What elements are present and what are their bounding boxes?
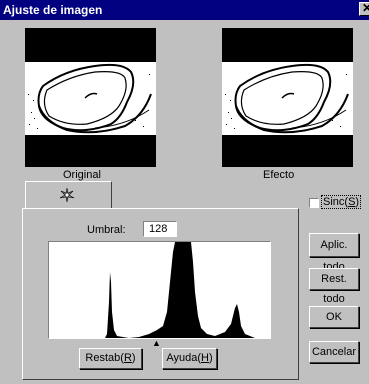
help-button[interactable]: Ayuda(H) (162, 348, 217, 369)
histogram (48, 241, 271, 339)
restore-label-pre: Restab( (85, 352, 124, 364)
restore-label-key: R (123, 352, 132, 364)
help-label-key: H (201, 352, 209, 364)
help-label-post: ) (208, 352, 213, 364)
sync-label-pre: Sinc( (323, 196, 349, 208)
original-label: Original (63, 169, 101, 181)
ok-button[interactable]: OK (309, 306, 359, 328)
apply-all-button[interactable]: Aplic. todo (309, 233, 359, 273)
histogram-graph (49, 242, 270, 338)
help-label-pre: Ayuda( (166, 352, 202, 364)
effect-label: Efecto (263, 169, 295, 181)
close-button[interactable]: ✕ (359, 2, 369, 16)
adjust-sparkle-icon (59, 187, 75, 203)
sync-label[interactable]: Sinc(S) (321, 195, 362, 209)
close-icon: ✕ (362, 1, 369, 15)
restore-label-post: ) (131, 352, 136, 364)
effect-preview (222, 28, 353, 167)
reset-all-button[interactable]: Rest. todo (309, 268, 359, 305)
title-bar: Ajuste de imagen ✕ (0, 0, 369, 20)
effect-preview-image (222, 28, 353, 167)
cancel-button[interactable]: Cancelar (309, 341, 359, 363)
original-preview (25, 28, 156, 167)
sync-label-post: ) (355, 196, 360, 208)
original-preview-image (25, 28, 156, 167)
window-title: Ajuste de imagen (3, 3, 103, 17)
tab-threshold[interactable] (25, 181, 112, 209)
restore-button[interactable]: Restab(R) (79, 348, 142, 369)
sync-checkbox[interactable] (309, 198, 319, 208)
threshold-label: Umbral: (87, 224, 126, 236)
dialog-window: Ajuste de imagen ✕ Original Efecto Umbra… (0, 0, 369, 384)
threshold-input[interactable]: 128 (143, 221, 177, 237)
threshold-marker-icon[interactable]: ▲ (152, 338, 161, 348)
